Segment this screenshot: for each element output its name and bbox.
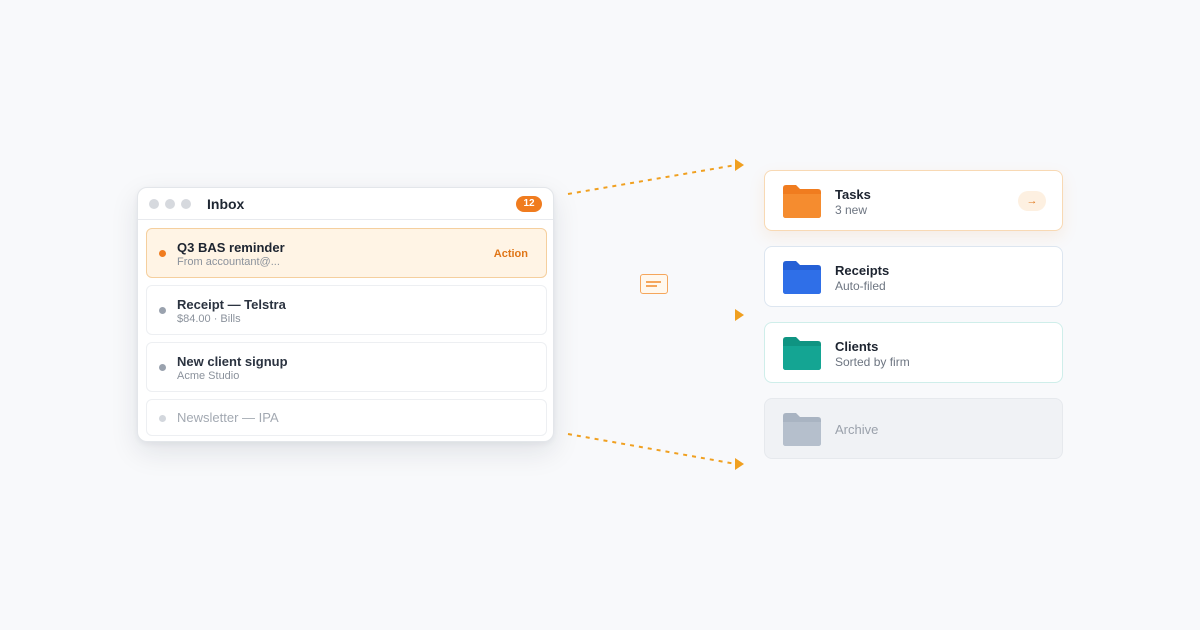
message-item-q3-bas[interactable]: Q3 BAS reminder From accountant@... Acti… — [146, 228, 547, 278]
window-titlebar: Inbox 12 — [138, 188, 553, 220]
message-meta: $84.00 · Bills — [177, 313, 241, 325]
message-item-receipt-telstra[interactable]: Receipt — Telstra $84.00 · Bills — [146, 285, 547, 335]
arrowhead-bottom — [735, 458, 744, 470]
inbox-window: Inbox 12 Q3 BAS reminder From accountant… — [137, 187, 554, 442]
connector-top — [567, 164, 737, 195]
message-subject: Q3 BAS reminder — [177, 240, 285, 255]
unread-dot-icon — [159, 250, 166, 257]
folder-receipts[interactable]: Receipts Auto-filed — [764, 246, 1063, 307]
window-close-dot-icon[interactable] — [149, 199, 159, 209]
folder-icon — [783, 261, 821, 294]
message-subject: Receipt — Telstra — [177, 297, 286, 312]
arrowhead-middle — [735, 309, 744, 321]
folder-name: Receipts — [835, 263, 890, 278]
folder-name: Archive — [835, 422, 879, 437]
window-zoom-dot-icon[interactable] — [181, 199, 191, 209]
folder-icon — [783, 185, 821, 218]
folder-name: Tasks — [835, 187, 871, 202]
folder-icon — [783, 413, 821, 446]
read-dot-icon — [159, 415, 166, 422]
message-subject: New client signup — [177, 354, 288, 369]
arrowhead-top — [735, 159, 744, 171]
read-dot-icon — [159, 307, 166, 314]
message-meta: From accountant@... — [177, 256, 280, 268]
folder-subtitle: Sorted by firm — [835, 355, 910, 369]
window-minimize-dot-icon[interactable] — [165, 199, 175, 209]
folder-icon — [783, 337, 821, 370]
arrow-right-icon[interactable]: → — [1018, 191, 1046, 211]
unread-count-badge: 12 — [516, 196, 542, 212]
message-meta: Acme Studio — [177, 370, 240, 382]
message-item-newsletter[interactable]: Newsletter — IPA — [146, 399, 547, 436]
message-item-new-client[interactable]: New client signup Acme Studio — [146, 342, 547, 392]
connector-bottom — [567, 433, 737, 465]
folder-tasks[interactable]: Tasks 3 new → — [764, 170, 1063, 231]
action-label[interactable]: Action — [494, 248, 528, 260]
folder-archive[interactable]: Archive — [764, 398, 1063, 459]
folder-name: Clients — [835, 339, 879, 354]
folder-subtitle: Auto-filed — [835, 279, 886, 293]
message-subject: Newsletter — IPA — [177, 410, 279, 425]
folder-subtitle: 3 new — [835, 203, 868, 217]
envelope-icon — [640, 274, 668, 294]
read-dot-icon — [159, 364, 166, 371]
inbox-title: Inbox — [207, 196, 245, 212]
folder-clients[interactable]: Clients Sorted by firm — [764, 322, 1063, 383]
